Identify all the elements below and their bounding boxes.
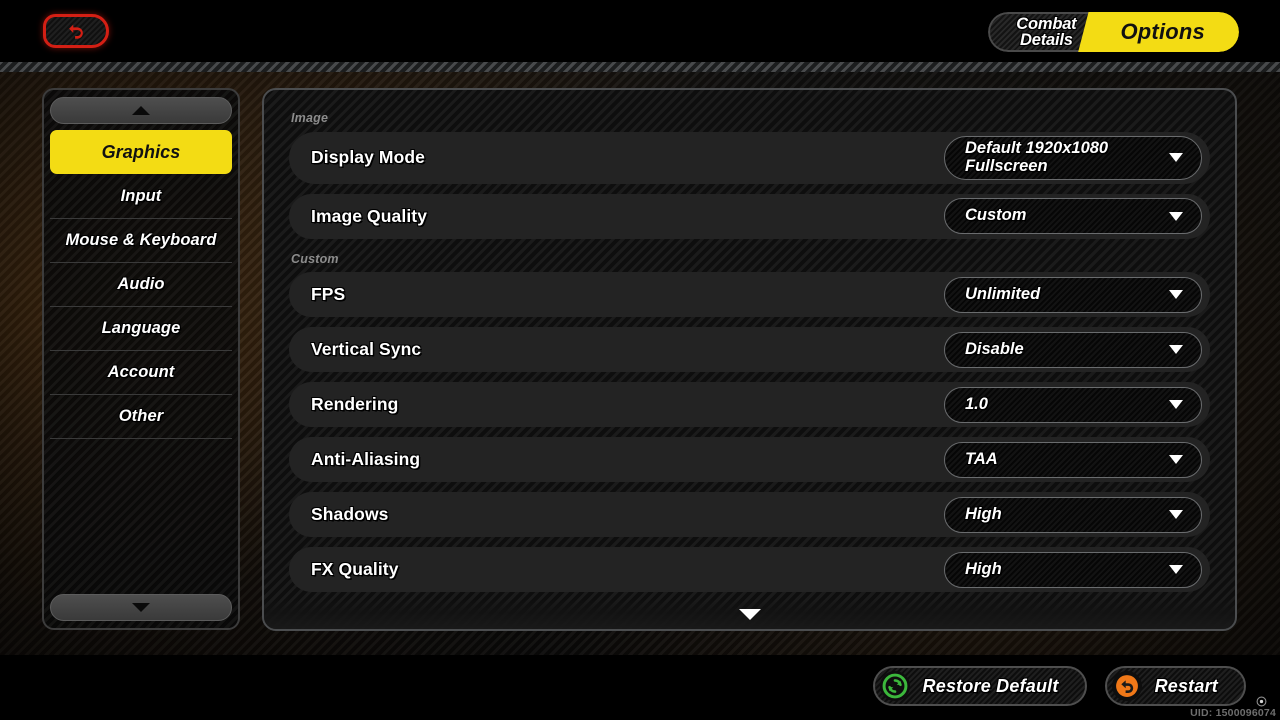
chevron-down-icon: [1169, 455, 1183, 464]
setting-value: 1.0: [965, 394, 988, 413]
restart-arrow-icon: [1111, 671, 1142, 701]
back-arrow-icon: [69, 24, 83, 39]
sidebar-scroll-down-button[interactable]: [50, 594, 232, 621]
setting-dropdown-vertical-sync[interactable]: Disable: [944, 331, 1202, 368]
sidebar-item-graphics[interactable]: Graphics: [50, 130, 232, 174]
sidebar-item-account[interactable]: Account: [50, 351, 232, 395]
header-tab-group: Combat Details Options: [988, 12, 1239, 52]
triangle-down-icon[interactable]: [738, 609, 761, 620]
setting-dropdown-fx-quality[interactable]: High: [944, 551, 1202, 588]
uid-block: UID: 1500096074: [1190, 696, 1276, 719]
setting-row-image-quality: Image Quality Custom: [289, 193, 1210, 239]
sidebar-item-mouse-keyboard[interactable]: Mouse & Keyboard: [50, 219, 232, 263]
setting-label: FPS: [311, 284, 346, 304]
tab-combat-details[interactable]: Combat Details: [988, 12, 1099, 52]
bottom-action-bar: Restore Default Restart UID: 1500096074: [0, 655, 1280, 720]
setting-row-rendering: Rendering 1.0: [289, 382, 1210, 427]
setting-dropdown-anti-aliasing[interactable]: TAA: [944, 441, 1202, 478]
sidebar-item-other[interactable]: Other: [50, 395, 232, 439]
tab-options-label: Options: [1120, 19, 1205, 44]
setting-row-vertical-sync: Vertical Sync Disable: [289, 327, 1210, 372]
setting-label: FX Quality: [311, 559, 399, 579]
chevron-down-icon: [1169, 510, 1183, 519]
restart-label: Restart: [1154, 675, 1218, 696]
sidebar-item-label: Graphics: [101, 141, 181, 162]
top-header-bar: Combat Details Options: [0, 0, 1280, 62]
setting-value: Default 1920x1080 Fullscreen: [965, 138, 1109, 175]
setting-label: Shadows: [311, 504, 389, 524]
tab-combat-details-line2: Details: [1020, 31, 1073, 49]
settings-panel-content: Image Display Mode Default 1920x1080 Fulls…: [264, 90, 1235, 629]
setting-dropdown-display-mode[interactable]: Default 1920x1080 Fullscreen: [944, 135, 1202, 180]
chevron-down-icon: [1169, 211, 1183, 221]
restore-default-label: Restore Default: [922, 675, 1059, 696]
setting-value: High: [965, 559, 1002, 578]
setting-value: Disable: [965, 339, 1024, 358]
sidebar-item-input[interactable]: Input: [50, 175, 232, 219]
chevron-down-icon: [132, 603, 150, 612]
setting-row-anti-aliasing: Anti-Aliasing TAA: [289, 437, 1210, 482]
setting-label: Anti-Aliasing: [311, 449, 421, 469]
setting-dropdown-rendering[interactable]: 1.0: [944, 386, 1202, 423]
setting-label: Display Mode: [311, 147, 426, 167]
setting-label: Vertical Sync: [311, 339, 422, 359]
settings-sidebar: Graphics Input Mouse & Keyboard Audio Langua…: [42, 88, 240, 630]
setting-value: Custom: [965, 206, 1027, 225]
chevron-up-icon: [132, 106, 150, 115]
chevron-down-icon: [1169, 400, 1183, 409]
section-label: Custom: [291, 251, 339, 266]
tab-options[interactable]: Options: [1098, 12, 1239, 52]
setting-label: Rendering: [311, 394, 399, 414]
setting-dropdown-fps[interactable]: Unlimited: [944, 276, 1202, 313]
target-icon: [1256, 696, 1267, 706]
setting-dropdown-shadows[interactable]: High: [944, 496, 1202, 533]
chevron-down-icon: [1169, 290, 1183, 299]
sidebar-item-label: Other: [118, 407, 164, 425]
setting-value: TAA: [965, 449, 998, 468]
uid-label: UID: 1500096074: [1190, 706, 1276, 719]
setting-row-fx-quality: FX Quality High: [289, 547, 1210, 592]
setting-value: High: [965, 504, 1002, 523]
chevron-down-icon: [1169, 345, 1183, 354]
setting-row-shadows: Shadows High: [289, 492, 1210, 537]
chevron-down-icon: [1169, 153, 1183, 162]
back-button[interactable]: [43, 14, 109, 48]
sidebar-item-label: Mouse & Keyboard: [65, 231, 217, 249]
setting-dropdown-image-quality[interactable]: Custom: [944, 198, 1202, 234]
sidebar-item-language[interactable]: Language: [50, 307, 232, 351]
options-screen: Combat Details Options Graphics Input Mous…: [0, 0, 1280, 720]
sidebar-item-label: Account: [107, 363, 175, 381]
setting-value: Unlimited: [965, 284, 1041, 303]
sidebar-empty-space: [50, 439, 232, 592]
setting-row-fps: FPS Unlimited: [289, 272, 1210, 317]
sidebar-item-label: Input: [120, 187, 162, 205]
restore-default-button[interactable]: Restore Default: [872, 666, 1087, 706]
setting-label: Image Quality: [311, 205, 428, 226]
sidebar-item-label: Audio: [117, 275, 165, 293]
sidebar-scroll-up-button[interactable]: [50, 97, 232, 124]
chevron-down-icon: [1169, 565, 1183, 574]
settings-panel: Image Display Mode Default 1920x1080 Fulls…: [262, 88, 1237, 631]
sidebar-nav-list: Graphics Input Mouse & Keyboard Audio Langua…: [50, 126, 232, 592]
sidebar-item-audio[interactable]: Audio: [50, 263, 232, 307]
refresh-circle-icon: [879, 671, 910, 701]
header-underline-strip: [0, 62, 1280, 72]
setting-row-display-mode: Display Mode Default 1920x1080 Fullscreen: [289, 131, 1210, 184]
section-label: Image: [291, 111, 329, 125]
sidebar-item-label: Language: [101, 319, 181, 337]
